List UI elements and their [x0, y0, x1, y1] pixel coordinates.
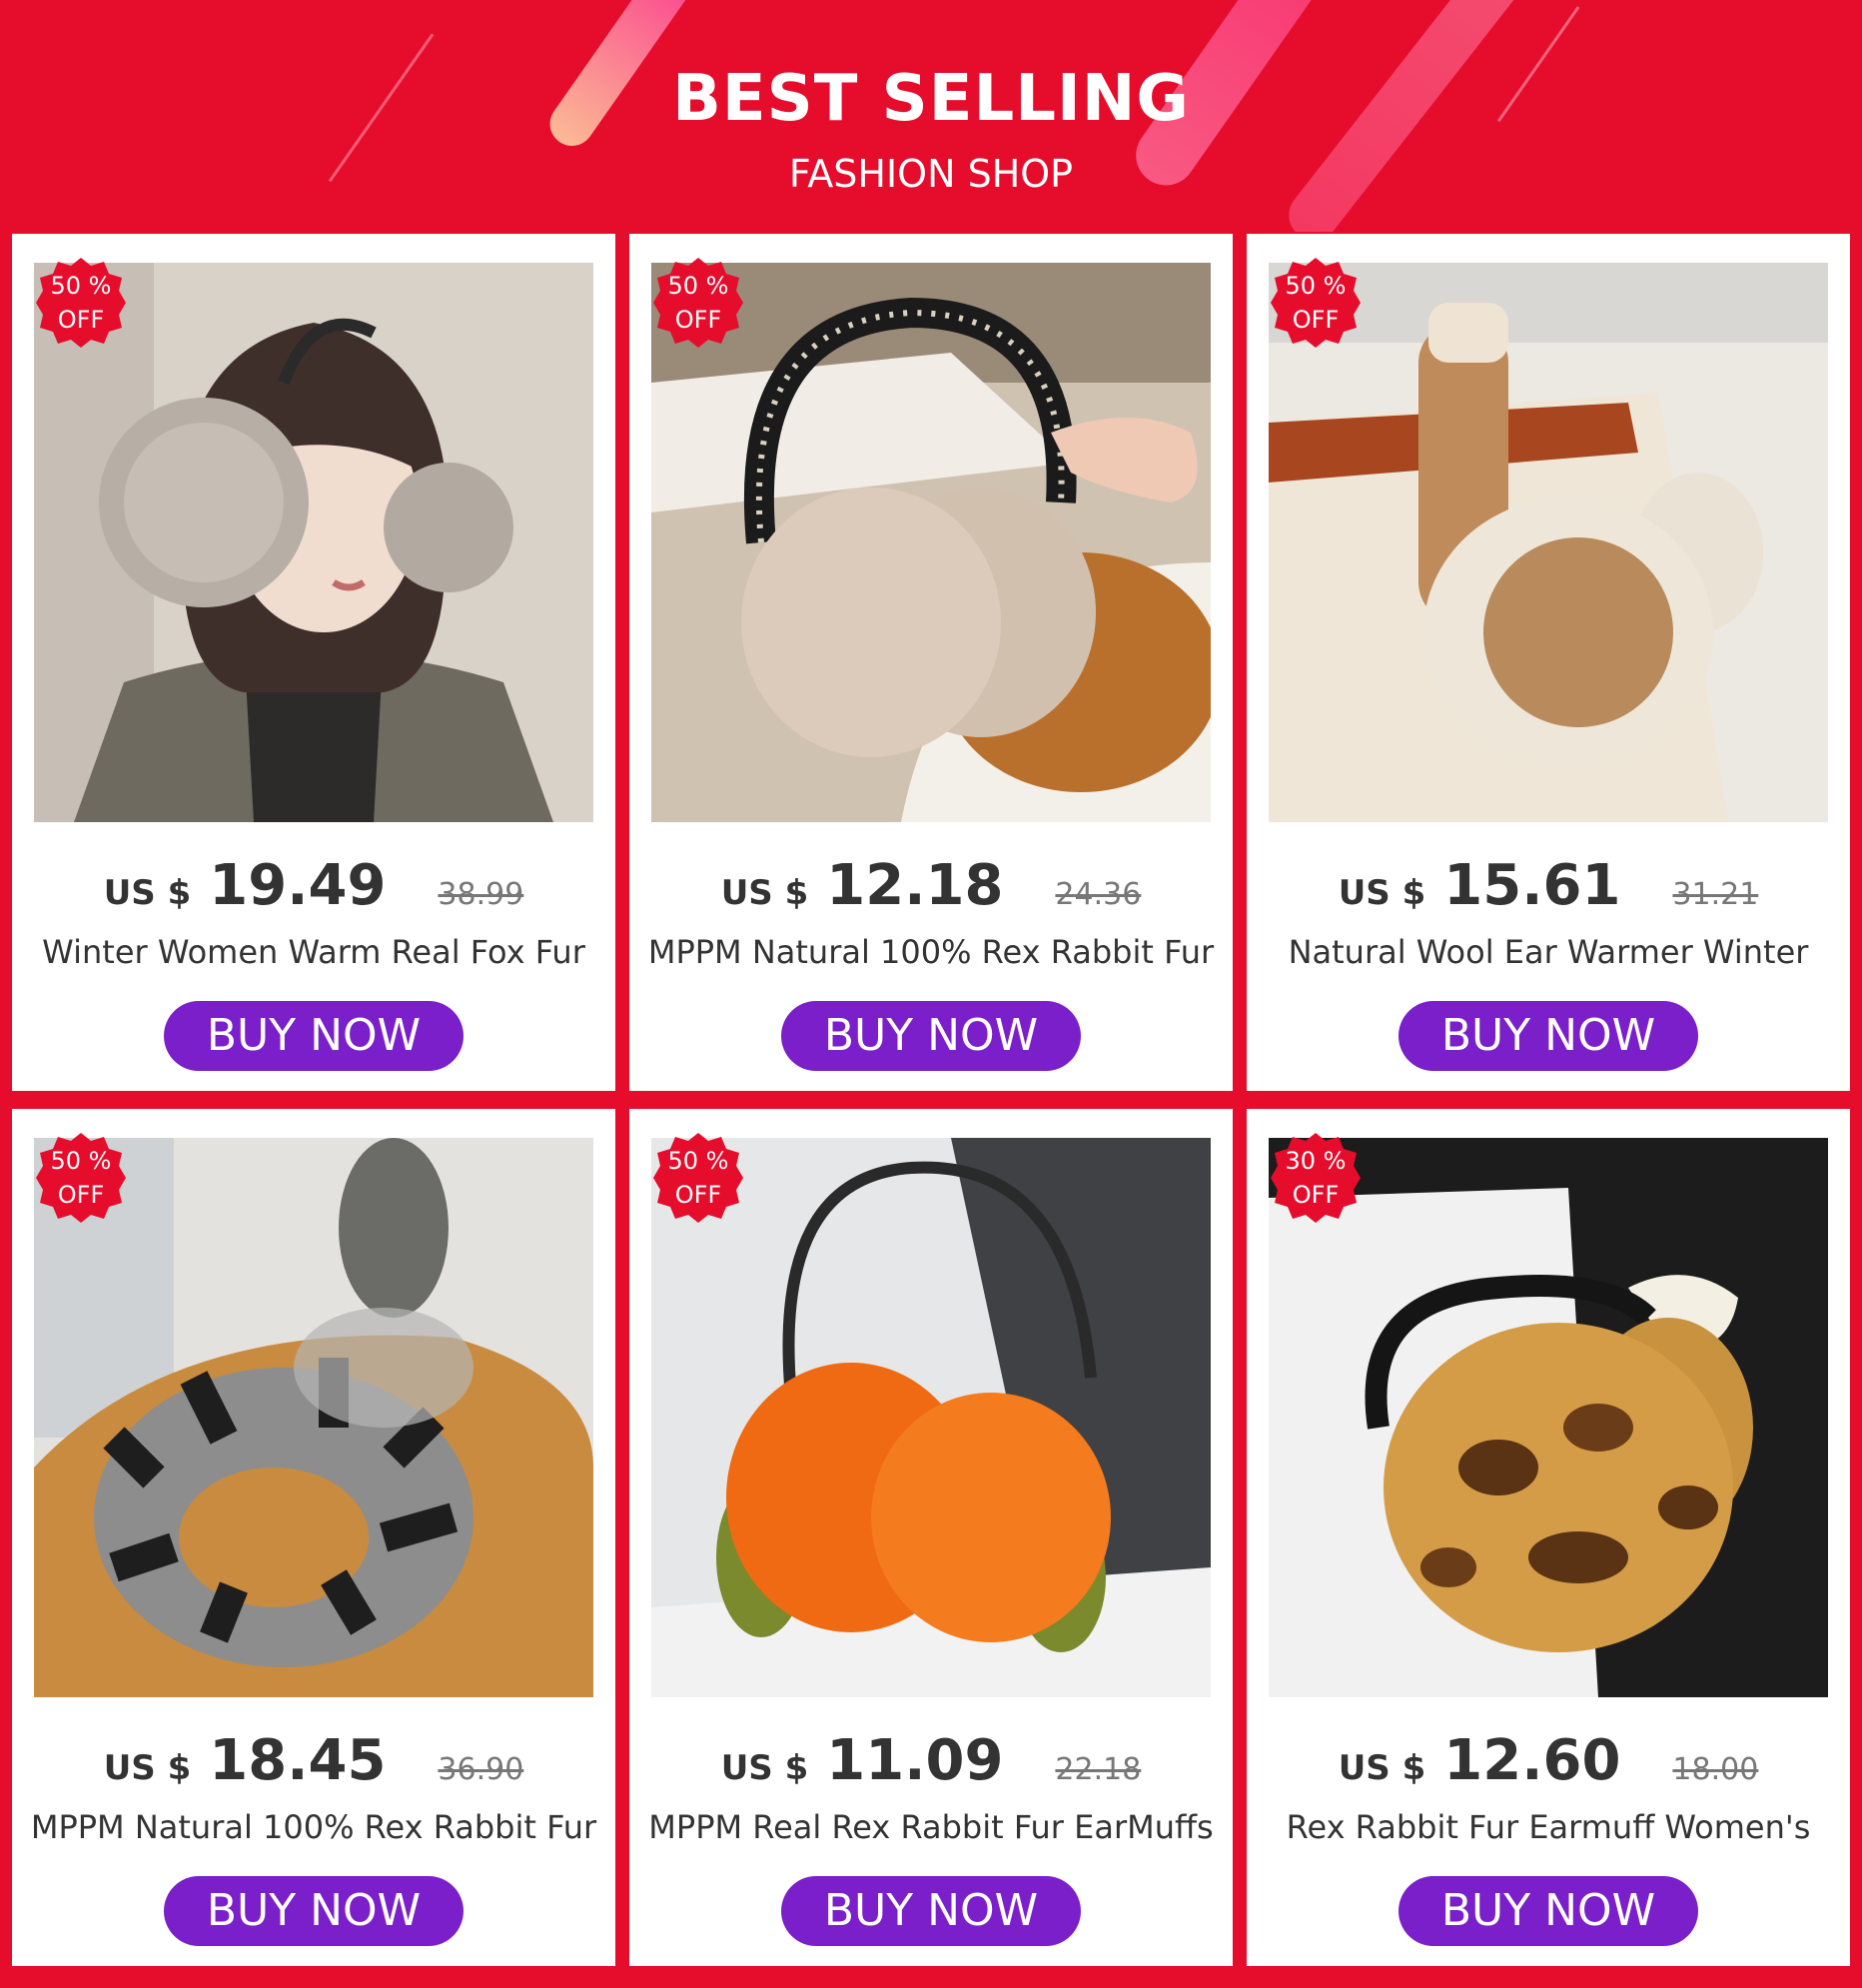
price-row: US $ 11.09 22.18 [629, 1728, 1233, 1798]
currency-label: US $ [1338, 1748, 1426, 1788]
sale-price: 11.09 [826, 1728, 1004, 1793]
badge-percent: 50 % [50, 1147, 112, 1175]
buy-now-button[interactable]: BUY NOW [781, 1001, 1081, 1071]
badge-off: OFF [57, 1181, 105, 1209]
buy-now-button[interactable]: BUY NOW [164, 1876, 464, 1946]
currency-label: US $ [103, 873, 192, 913]
badge-percent: 30 % [1285, 1147, 1347, 1175]
product-card[interactable]: 50 % OFF US $ 15.61 31.21 Natural Wool E… [1247, 234, 1850, 1091]
badge-off: OFF [674, 306, 722, 334]
price-row: US $ 12.60 18.00 [1247, 1728, 1850, 1798]
product-name[interactable]: MPPM Natural 100% Rex Rabbit Fur [639, 933, 1223, 971]
page-subtitle: FASHION SHOP [788, 152, 1074, 196]
badge-off: OFF [1292, 306, 1340, 334]
buy-now-button[interactable]: BUY NOW [164, 1001, 464, 1071]
badge-off: OFF [57, 306, 105, 334]
product-name[interactable]: MPPM Natural 100% Rex Rabbit Fur [22, 1808, 605, 1846]
badge-percent: 50 % [667, 1147, 729, 1175]
discount-badge: 50 % OFF [1269, 256, 1363, 350]
discount-badge: 50 % OFF [34, 256, 128, 350]
discount-badge: 30 % OFF [1269, 1131, 1363, 1225]
original-price: 24.36 [1055, 877, 1142, 912]
discount-badge: 50 % OFF [34, 1131, 128, 1225]
sale-price: 12.18 [826, 853, 1004, 918]
sale-price: 15.61 [1443, 853, 1621, 918]
original-price: 36.90 [438, 1752, 524, 1787]
buy-now-button[interactable]: BUY NOW [1398, 1876, 1698, 1946]
product-name[interactable]: Natural Wool Ear Warmer Winter [1257, 933, 1840, 971]
original-price: 22.18 [1055, 1752, 1142, 1787]
product-name[interactable]: MPPM Real Rex Rabbit Fur EarMuffs [639, 1808, 1223, 1846]
price-row: US $ 18.45 36.90 [12, 1728, 615, 1798]
header-banner: BEST SELLING FASHION SHOP [0, 0, 1862, 232]
buy-now-button[interactable]: BUY NOW [1398, 1001, 1698, 1071]
product-card[interactable]: 50 % OFF US $ 11.09 22.18 MPPM Real Rex … [629, 1109, 1233, 1966]
discount-badge: 50 % OFF [651, 256, 745, 350]
buy-now-button[interactable]: BUY NOW [781, 1876, 1081, 1946]
currency-label: US $ [103, 1748, 192, 1788]
badge-off: OFF [674, 1181, 722, 1209]
sale-price: 18.45 [209, 1728, 387, 1793]
badge-percent: 50 % [50, 272, 112, 300]
original-price: 18.00 [1672, 1752, 1759, 1787]
price-row: US $ 12.18 24.36 [629, 853, 1233, 923]
price-row: US $ 15.61 31.21 [1247, 853, 1850, 923]
product-card[interactable]: 50 % OFF US $ 19.49 38.99 Winter Women W… [12, 234, 615, 1091]
product-name[interactable]: Winter Women Warm Real Fox Fur [22, 933, 605, 971]
currency-label: US $ [720, 873, 809, 913]
price-row: US $ 19.49 38.99 [12, 853, 615, 923]
product-name[interactable]: Rex Rabbit Fur Earmuff Women's [1257, 1808, 1840, 1846]
badge-off: OFF [1292, 1181, 1340, 1209]
badge-percent: 50 % [667, 272, 729, 300]
discount-badge: 50 % OFF [651, 1131, 745, 1225]
original-price: 38.99 [438, 877, 524, 912]
sale-price: 12.60 [1443, 1728, 1621, 1793]
product-card[interactable]: 30 % OFF US $ 12.60 18.00 Rex Rabbit Fur… [1247, 1109, 1850, 1966]
original-price: 31.21 [1672, 877, 1759, 912]
badge-percent: 50 % [1285, 272, 1347, 300]
product-card[interactable]: 50 % OFF US $ 18.45 36.90 MPPM Natural 1… [12, 1109, 615, 1966]
sale-price: 19.49 [209, 853, 387, 918]
currency-label: US $ [1338, 873, 1426, 913]
page-title: BEST SELLING [672, 62, 1190, 136]
currency-label: US $ [720, 1748, 809, 1788]
product-card[interactable]: 50 % OFF US $ 12.18 24.36 MPPM Natural 1… [629, 234, 1233, 1091]
